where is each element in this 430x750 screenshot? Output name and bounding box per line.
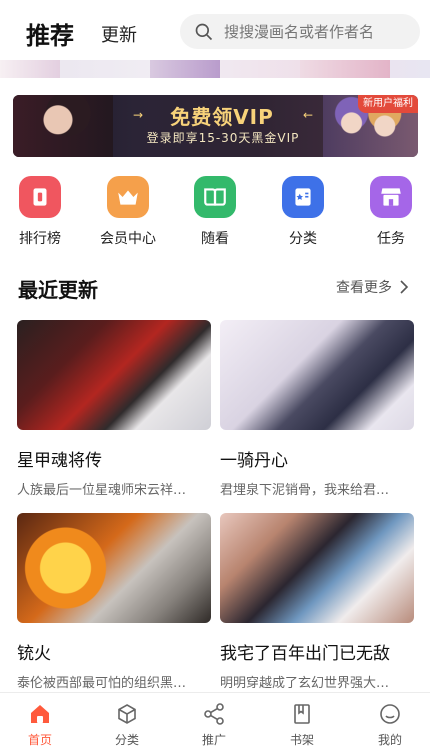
arrow-right-icon: ←: [303, 108, 314, 122]
quick-nav: 排行榜 会员中心 随看 分类 任务: [0, 170, 430, 250]
cube-icon: [118, 704, 136, 724]
bookshelf-icon: [294, 704, 310, 724]
bottom-nav-label: 书架: [289, 733, 314, 747]
banner-title: 免费领VIP: [170, 105, 274, 129]
bottom-nav-bookshelf[interactable]: 书架: [272, 702, 332, 748]
quick-nav-label: 随看: [201, 231, 229, 247]
vip-banner[interactable]: → 免费领VIP ← 登录即享15-30天黑金VIP 新用户福利: [13, 95, 418, 157]
ranking-icon: [19, 176, 61, 218]
quick-nav-label: 任务: [377, 231, 405, 247]
quick-nav-browse[interactable]: 随看: [183, 170, 247, 248]
comic-description: 泰伦被西部最可怕的组织黑…: [17, 676, 187, 691]
search-icon: [195, 23, 213, 40]
search-input[interactable]: 搜搜漫画名或者作者名: [180, 14, 420, 49]
bottom-nav-label: 首页: [27, 733, 52, 747]
share-icon: [204, 703, 224, 725]
comic-description: 明明穿越成了玄幻世界强大…: [220, 676, 390, 691]
category-icon: [282, 176, 324, 218]
top-banner-art-strip: [0, 60, 430, 78]
quick-nav-ranking[interactable]: 排行榜: [8, 170, 72, 248]
comic-title: 一骑丹心: [220, 451, 288, 471]
top-header: 推荐 更新 搜搜漫画名或者作者名: [0, 0, 430, 60]
bottom-nav-label: 分类: [114, 733, 139, 747]
comic-cover: [17, 320, 211, 430]
comic-title: 铳火: [17, 644, 51, 664]
view-more-label: 查看更多: [336, 280, 392, 296]
comic-title: 星甲魂将传: [17, 451, 102, 471]
bottom-nav-label: 推广: [201, 733, 226, 747]
search-placeholder: 搜搜漫画名或者作者名: [224, 23, 375, 41]
store-icon: [370, 176, 412, 218]
view-more-link[interactable]: 查看更多: [336, 277, 410, 297]
bottom-nav-profile[interactable]: 我的: [360, 702, 420, 748]
bottom-nav-category[interactable]: 分类: [97, 702, 157, 748]
quick-nav-vip-center[interactable]: 会员中心: [96, 170, 160, 248]
comic-cover: [17, 513, 211, 623]
quick-nav-label: 分类: [289, 231, 317, 247]
banner-subtitle: 登录即享15-30天黑金VIP: [146, 131, 300, 145]
quick-nav-tasks[interactable]: 任务: [359, 170, 423, 248]
comic-description: 人族最后一位星魂师宋云祥…: [17, 483, 187, 498]
comic-description: 君埋泉下泥销骨，我来给君…: [220, 483, 390, 498]
banner-character-art: [13, 95, 113, 157]
comic-card[interactable]: 星甲魂将传 人族最后一位星魂师宋云祥…: [17, 320, 211, 498]
bottom-nav-home[interactable]: 首页: [10, 702, 70, 748]
app-page: 推荐 更新 搜搜漫画名或者作者名 → 免费领VIP ← 登录即享15-30天黑金…: [0, 0, 430, 750]
book-icon: [194, 176, 236, 218]
section-title: 最近更新: [18, 278, 98, 302]
profile-icon: [380, 704, 400, 724]
comic-card[interactable]: 我宅了百年出门已无敌 明明穿越成了玄幻世界强大…: [220, 513, 414, 691]
comic-title: 我宅了百年出门已无敌: [220, 644, 390, 664]
tab-recommend[interactable]: 推荐: [26, 16, 74, 51]
crown-icon: [107, 176, 149, 218]
quick-nav-label: 排行榜: [19, 231, 61, 247]
comic-cover: [220, 320, 414, 430]
bottom-nav-label: 我的: [377, 733, 402, 747]
comic-card[interactable]: 一骑丹心 君埋泉下泥销骨，我来给君…: [220, 320, 414, 498]
comic-card[interactable]: 铳火 泰伦被西部最可怕的组织黑…: [17, 513, 211, 691]
comic-cover: [220, 513, 414, 623]
quick-nav-category[interactable]: 分类: [271, 170, 335, 248]
bottom-nav-promote[interactable]: 推广: [184, 702, 244, 748]
quick-nav-label: 会员中心: [100, 231, 156, 247]
tab-update[interactable]: 更新: [101, 21, 137, 47]
new-user-badge: 新用户福利: [358, 95, 418, 113]
chevron-right-icon: [400, 280, 409, 294]
home-icon: [31, 705, 49, 723]
bottom-nav: 首页 分类 推广 书架 我的: [0, 692, 430, 750]
